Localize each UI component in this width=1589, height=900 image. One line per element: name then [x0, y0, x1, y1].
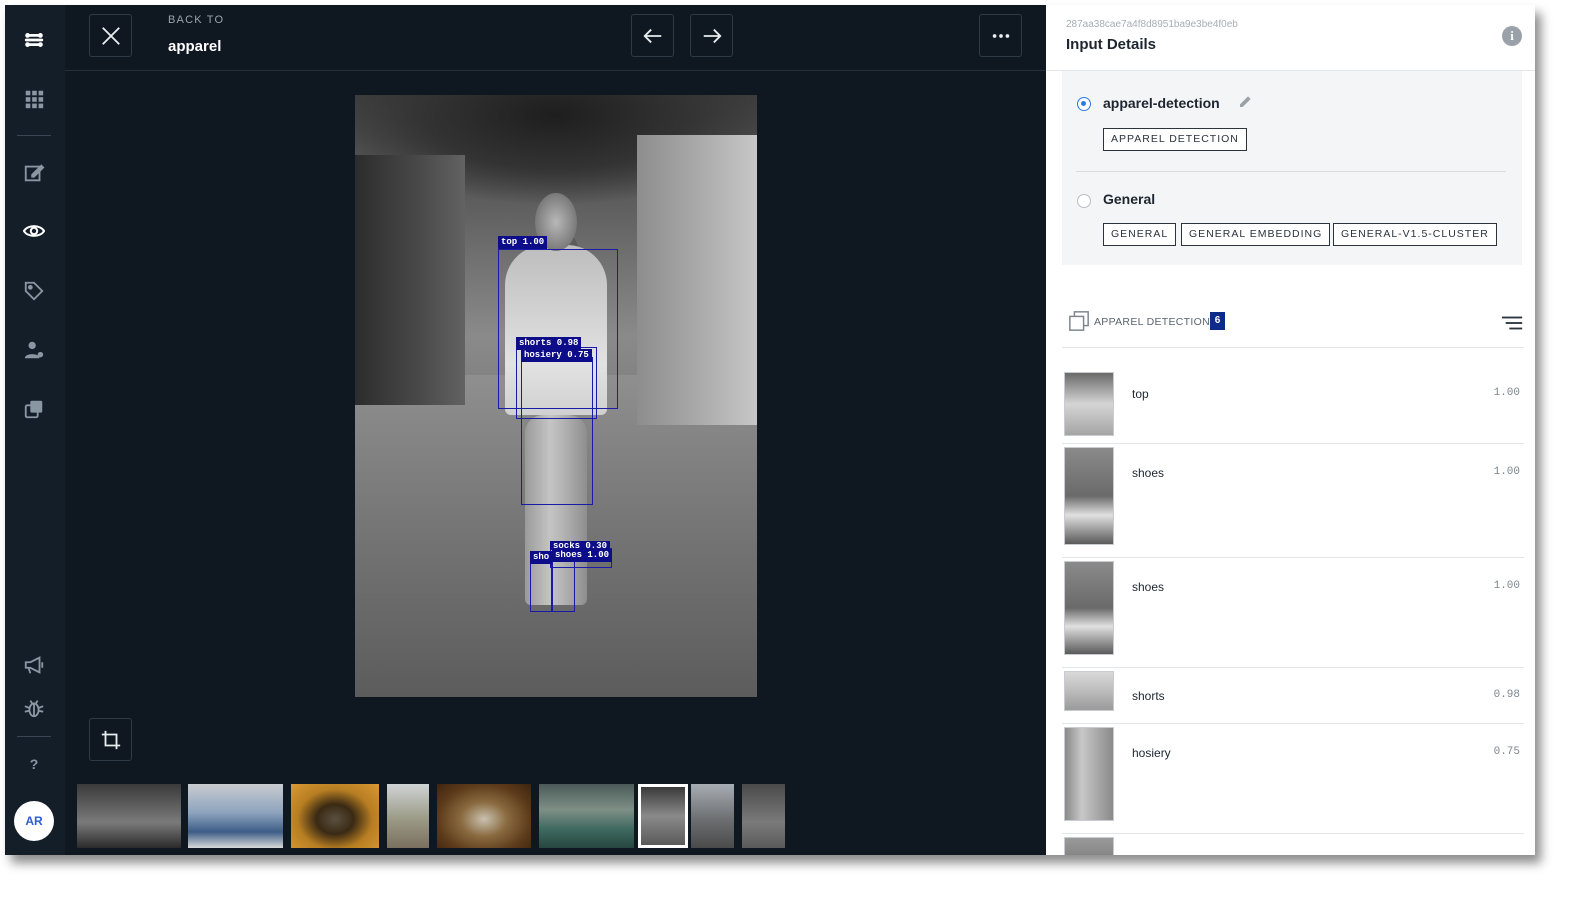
bbox-hosiery[interactable]	[521, 357, 593, 505]
thumbnail[interactable]	[742, 784, 785, 848]
detection-thumbnail	[1064, 671, 1114, 711]
image-canvas[interactable]: top 1.00 shorts 0.98 hosiery 0.75 socks …	[355, 95, 757, 697]
detection-value: 0.75	[1493, 746, 1520, 758]
crop-button[interactable]	[89, 718, 132, 761]
model-radio-general[interactable]	[1077, 194, 1091, 208]
thumbnail[interactable]	[77, 784, 181, 848]
detection-value: 0.98	[1493, 689, 1520, 701]
model-tag[interactable]: APPAREL DETECTION	[1103, 128, 1247, 151]
detection-thumbnail	[1064, 447, 1114, 545]
detection-name: shorts	[1132, 689, 1165, 703]
rail-divider	[17, 736, 51, 737]
list-item[interactable]: top 1.00	[1062, 369, 1524, 444]
apps-grid-icon[interactable]	[19, 84, 49, 114]
next-button[interactable]	[690, 14, 733, 57]
list-item[interactable]: shoes 1.00	[1062, 558, 1524, 668]
user-settings-icon[interactable]	[19, 335, 49, 365]
arrow-right-icon	[703, 28, 722, 43]
previous-button[interactable]	[631, 14, 674, 57]
thumbnail[interactable]	[437, 784, 531, 848]
list-menu-icon[interactable]	[1502, 314, 1524, 332]
detection-name: hosiery	[1132, 746, 1171, 760]
detection-name: top	[1132, 387, 1149, 401]
detections-header: APPAREL DETECTION 6	[1064, 310, 1524, 348]
detection-value: 1.00	[1493, 580, 1520, 592]
detection-value: 1.00	[1493, 387, 1520, 399]
bbox-shoes-right[interactable]	[552, 557, 575, 612]
thumbnail-selected[interactable]	[638, 784, 688, 848]
model-radio-apparel-detection[interactable]	[1077, 97, 1091, 111]
more-options-button[interactable]	[979, 14, 1022, 57]
detection-value: 1.00	[1493, 466, 1520, 478]
arrow-left-icon	[642, 28, 661, 43]
bug-icon[interactable]	[19, 693, 49, 723]
info-icon[interactable]: i	[1502, 26, 1522, 46]
input-details-panel: 287aa38cae7a4f8d8951ba9e3be4f0eb Input D…	[1046, 5, 1535, 855]
thumbnail[interactable]	[291, 784, 379, 848]
clarifai-logo-icon[interactable]	[19, 25, 49, 55]
pencil-icon[interactable]	[1238, 93, 1256, 111]
app-window: ? AR BACK TO apparel top 1.00 shorts 0.9…	[5, 5, 1535, 855]
tag-icon[interactable]	[19, 276, 49, 306]
top-bar: BACK TO apparel	[65, 5, 1046, 71]
detections-count-badge: 6	[1210, 312, 1225, 330]
edit-icon[interactable]	[19, 158, 49, 188]
detection-name: shoes	[1132, 466, 1165, 480]
model-name: apparel-detection	[1103, 95, 1220, 111]
close-icon	[101, 26, 120, 45]
megaphone-icon[interactable]	[19, 650, 49, 680]
detection-thumbnail	[1064, 561, 1114, 655]
layers-icon	[1068, 310, 1090, 332]
list-item[interactable]: hosiery 0.75	[1062, 724, 1524, 834]
model-name: General	[1103, 191, 1156, 207]
user-avatar[interactable]: AR	[14, 801, 54, 841]
back-to-app-link[interactable]: apparel	[168, 38, 221, 55]
bbox-label-shoes-right: shoes 1.00	[552, 549, 613, 562]
model-selector: apparel-detection APPAREL DETECTION Gene…	[1062, 71, 1522, 265]
thumbnail[interactable]	[188, 784, 283, 848]
bbox-label-hosiery: hosiery 0.75	[521, 349, 592, 362]
left-rail: ? AR	[5, 5, 65, 855]
list-item[interactable]: shorts 0.98	[1062, 668, 1524, 724]
detections-divider	[1062, 347, 1524, 348]
rail-divider	[17, 135, 51, 136]
detection-thumbnail	[1064, 837, 1114, 855]
detection-thumbnail	[1064, 372, 1114, 436]
model-tag[interactable]: GENERAL	[1103, 223, 1177, 246]
list-item[interactable]	[1062, 834, 1524, 855]
copy-icon[interactable]	[19, 394, 49, 424]
list-item[interactable]: shoes 1.00	[1062, 444, 1524, 558]
panel-title: Input Details	[1066, 36, 1157, 53]
thumbnail[interactable]	[387, 784, 429, 848]
more-icon	[992, 33, 1009, 38]
bbox-label-shoes-left: sho	[530, 551, 553, 564]
bbox-label-top: top 1.00	[498, 236, 548, 249]
detection-thumbnail	[1064, 727, 1114, 821]
input-id: 287aa38cae7a4f8d8951ba9e3be4f0eb	[1066, 19, 1238, 30]
bbox-shoes-left[interactable]	[530, 557, 552, 612]
detection-name: shoes	[1132, 580, 1165, 594]
thumbnail[interactable]	[539, 784, 634, 848]
model-divider	[1076, 171, 1506, 172]
eye-icon[interactable]	[19, 216, 49, 246]
crop-icon	[101, 730, 120, 749]
close-button[interactable]	[89, 14, 132, 57]
detections-label: APPAREL DETECTION	[1094, 316, 1210, 328]
help-button[interactable]: ?	[23, 753, 45, 775]
thumbnail[interactable]	[691, 784, 734, 848]
model-tag[interactable]: GENERAL-V1.5-CLUSTER	[1333, 223, 1497, 246]
model-tag[interactable]: GENERAL EMBEDDING	[1181, 223, 1331, 246]
back-to-label: BACK TO	[168, 14, 225, 26]
